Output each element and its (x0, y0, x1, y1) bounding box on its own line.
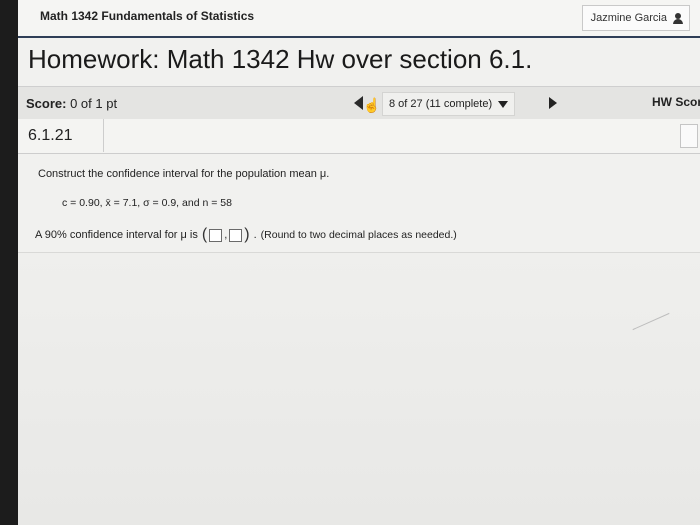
score-label: Score: (26, 96, 67, 111)
user-name: Jazmine Garcia (590, 12, 667, 24)
rounding-note: (Round to two decimal places as needed.) (260, 229, 457, 241)
hand-cursor-icon: ☝ (363, 97, 381, 113)
user-menu[interactable]: Jazmine Garcia (581, 5, 690, 31)
course-title[interactable]: Math 1342 Fundamentals of Statistics (40, 9, 254, 23)
interval-answer: ( , ) (202, 227, 250, 243)
open-paren: ( (201, 226, 208, 243)
next-question-button[interactable] (546, 95, 560, 111)
content-area (18, 253, 700, 525)
browser-screen: Math 1342 Fundamentals of Statistics Jaz… (18, 0, 700, 525)
question-progress-select[interactable]: 8 of 27 (11 complete) (382, 92, 516, 116)
chevron-down-icon (498, 100, 509, 108)
progress-text: 8 of 27 (11 complete) (389, 98, 493, 110)
question-number: 6.1.21 (18, 119, 104, 152)
answer-suffix: . (253, 229, 257, 241)
question-header: 6.1.21 (18, 119, 700, 154)
question-prompt: Construct the confidence interval for th… (38, 168, 330, 180)
score-value: 0 of 1 pt (70, 96, 118, 111)
arrow-right-icon (549, 97, 557, 109)
answer-line: A 90% confidence interval for μ is ( , )… (35, 227, 457, 243)
user-icon (673, 12, 683, 24)
top-bar: Math 1342 Fundamentals of Statistics Jaz… (18, 0, 700, 38)
score-bar: Score: 0 of 1 pt ☝ 8 of 27 (11 complete)… (18, 86, 700, 120)
interval-separator: , (224, 229, 228, 241)
side-panel-button[interactable] (680, 124, 698, 148)
given-values: c = 0.90, x̄ = 7.1, σ = 0.9, and n = 58 (62, 197, 232, 209)
arrow-left-icon (353, 96, 363, 110)
lower-bound-input[interactable] (209, 228, 223, 242)
score-display: Score: 0 of 1 pt (26, 96, 117, 111)
homework-title: Homework: Math 1342 Hw over section 6.1. (28, 44, 533, 74)
hw-score-label: HW Score (652, 95, 700, 109)
upper-bound-input[interactable] (229, 228, 243, 242)
answer-prefix: A 90% confidence interval for μ is (35, 229, 198, 241)
close-paren: ) (244, 226, 250, 243)
